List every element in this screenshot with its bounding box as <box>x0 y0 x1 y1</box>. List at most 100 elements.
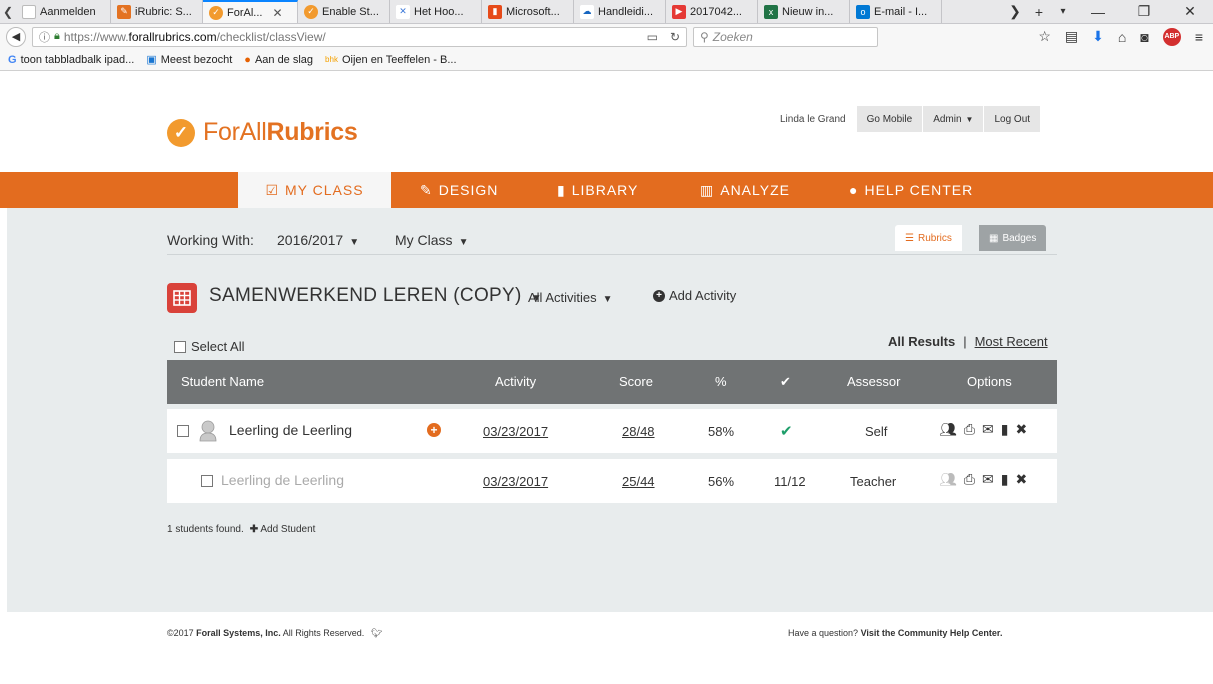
select-all-checkbox[interactable] <box>174 340 186 353</box>
back-arrow-icon[interactable]: ◀ <box>6 26 26 47</box>
email-icon[interactable]: ✉ <box>982 421 994 438</box>
tab-scroll-right-icon[interactable]: ❯ <box>1003 3 1027 20</box>
year-dropdown[interactable]: 2016/2017 ▼ <box>277 232 359 248</box>
info-icon[interactable]: ⓘ <box>39 29 50 45</box>
student-name-label: Leerling de Leerling <box>221 472 344 488</box>
add-activity-button[interactable]: + Add Activity <box>653 288 736 303</box>
caret-down-icon: ▼ <box>349 237 360 248</box>
home-icon[interactable]: ⌂ <box>1118 29 1126 45</box>
nav-label: ANALYZE <box>720 182 790 198</box>
forallrubrics-logo[interactable]: ✓ ForAllRubrics <box>167 118 358 147</box>
close-tab-icon[interactable]: ✕ <box>272 6 282 20</box>
class-view-panel: Working With: 2016/2017 ▼ My Class ▼ ☰ Rub… <box>7 208 1213 612</box>
minimize-icon[interactable]: — <box>1075 4 1121 20</box>
badges-tab[interactable]: ▦ Badges <box>979 225 1047 251</box>
user-name: Linda le Grand <box>780 113 846 125</box>
add-assessment-icon[interactable]: + <box>427 423 441 437</box>
class-dropdown[interactable]: My Class ▼ <box>395 232 468 248</box>
avatar-icon <box>199 420 217 442</box>
results-filter: All Results | Most Recent <box>888 334 1048 349</box>
nav-analyze[interactable]: ▥ ANALYZE <box>700 172 790 208</box>
activity-date-link[interactable]: 03/23/2017 <box>483 424 548 439</box>
browser-tab[interactable]: ✎ iRubric: S... <box>111 0 203 23</box>
download-icon[interactable]: ⬇ <box>1092 28 1104 45</box>
add-student-button[interactable]: ✚ Add Student <box>250 524 316 535</box>
row-options: 👥︎ ⎙ ✉ ▮ ✖ <box>939 421 1027 438</box>
table-grid-icon <box>173 290 191 306</box>
student-name-link[interactable]: Leerling de Leerling <box>229 422 352 438</box>
book-icon[interactable]: ▮ <box>1001 471 1009 488</box>
browser-tab[interactable]: ✕ Het Hoo... <box>390 0 482 23</box>
bookmark-item[interactable]: G toon tabbladbalk ipad... <box>8 54 134 66</box>
tab-label: Microsoft... <box>506 5 560 18</box>
print-icon[interactable]: ⎙ <box>964 471 975 488</box>
results-separator: | <box>963 334 967 349</box>
pocket-icon[interactable]: ◙ <box>1140 29 1148 45</box>
score-link[interactable]: 28/48 <box>622 424 655 439</box>
bookmark-item[interactable]: bhk Oijen en Teeffelen - B... <box>325 54 456 66</box>
check-count-value: 11/12 <box>774 474 806 489</box>
reader-view-icon[interactable]: ▭ <box>647 30 658 44</box>
browser-tab[interactable]: ▶ 2017042... <box>666 0 758 23</box>
group-icon[interactable]: 👥︎ <box>939 471 957 488</box>
book-icon[interactable]: ▮ <box>1001 421 1009 438</box>
all-results-link[interactable]: All Results <box>888 334 955 349</box>
clipboard-icon[interactable]: ▤ <box>1065 28 1078 45</box>
bookmark-item[interactable]: ▣ Meest bezocht <box>146 53 232 67</box>
url-bar[interactable]: ⓘ 🔒︎ https://www. forallrubrics.com/check… <box>32 26 687 47</box>
admin-menu-button[interactable]: Admin ▼ <box>922 106 984 132</box>
star-icon[interactable]: ☆ <box>1038 28 1051 45</box>
search-bar[interactable]: ⚲ Zoeken <box>693 26 878 47</box>
group-icon[interactable]: 👥︎ <box>939 421 957 438</box>
toolbar-icons: ☆ ▤ ⬇ ⌂ ◙ ABP ≡ <box>1038 27 1207 46</box>
rubric-title-dropdown[interactable]: SAMENWERKEND LEREN (COPY) ▼ <box>209 285 542 307</box>
tab-label: Aanmelden <box>40 5 96 18</box>
email-icon[interactable]: ✉ <box>982 471 994 488</box>
browser-tab[interactable]: ▮ Microsoft... <box>482 0 574 23</box>
bookmark-item[interactable]: ● Aan de slag <box>244 54 313 66</box>
most-visited-icon: ▣ <box>146 54 157 66</box>
reload-icon[interactable]: ↻ <box>670 30 680 44</box>
tab-label: Nieuw in... <box>782 5 834 18</box>
caret-down-icon: ▼ <box>458 237 469 248</box>
nav-library[interactable]: ▮ LIBRARY <box>557 172 638 208</box>
print-icon[interactable]: ⎙ <box>964 421 975 438</box>
logo-check-icon: ✓ <box>167 118 195 147</box>
score-link[interactable]: 25/44 <box>622 474 655 489</box>
go-mobile-button[interactable]: Go Mobile <box>855 106 923 132</box>
browser-tab[interactable]: ✓ Enable St... <box>298 0 390 23</box>
row-checkbox[interactable] <box>201 475 213 487</box>
menu-icon[interactable]: ≡ <box>1195 29 1203 45</box>
nav-design[interactable]: ✎ DESIGN <box>420 172 498 208</box>
maximize-icon[interactable]: ❐ <box>1121 3 1167 20</box>
tab-scroll-left-icon[interactable]: ❮ <box>0 0 16 23</box>
col-options: Options <box>967 374 1012 389</box>
browser-tab[interactable]: ☁ Handleidi... <box>574 0 666 23</box>
delete-icon[interactable]: ✖ <box>1015 421 1027 438</box>
most-recent-link[interactable]: Most Recent <box>975 334 1048 349</box>
close-window-icon[interactable]: ✕ <box>1167 3 1213 20</box>
nav-my-class[interactable]: ☑ MY CLASS <box>238 172 391 208</box>
browser-tab[interactable]: o E-mail - I... <box>850 0 942 23</box>
google-icon: G <box>8 53 17 66</box>
activities-dropdown[interactable]: All Activities ▼ <box>528 290 613 305</box>
browser-tab[interactable]: x Nieuw in... <box>758 0 850 23</box>
twitter-icon[interactable]: 🐦︎ <box>371 628 382 638</box>
percent-value: 56% <box>708 474 735 489</box>
delete-icon[interactable]: ✖ <box>1015 471 1027 488</box>
adblock-icon[interactable]: ABP <box>1162 27 1181 46</box>
row-checkbox[interactable] <box>177 425 189 437</box>
rubrics-tab[interactable]: ☰ Rubrics <box>895 225 962 251</box>
logout-button[interactable]: Log Out <box>983 106 1041 132</box>
tab-label: E-mail - I... <box>874 5 928 18</box>
user-menu: Linda le Grand Go Mobile Admin ▼ Log Out <box>770 106 1041 132</box>
page: ✓ ForAllRubrics Linda le Grand Go Mobile… <box>0 71 1213 684</box>
community-help-link[interactable]: Visit the Community Help Center. <box>861 628 1003 638</box>
tab-list-icon[interactable]: ▾ <box>1051 6 1075 17</box>
nav-help-center[interactable]: ● HELP CENTER <box>849 172 973 208</box>
select-all[interactable]: Select All <box>174 339 244 354</box>
browser-tab[interactable]: Aanmelden <box>16 0 111 23</box>
browser-tab-active[interactable]: ✓ ForAl... ✕ <box>203 0 298 23</box>
new-tab-icon[interactable]: + <box>1027 4 1051 20</box>
activity-date-link[interactable]: 03/23/2017 <box>483 474 548 489</box>
